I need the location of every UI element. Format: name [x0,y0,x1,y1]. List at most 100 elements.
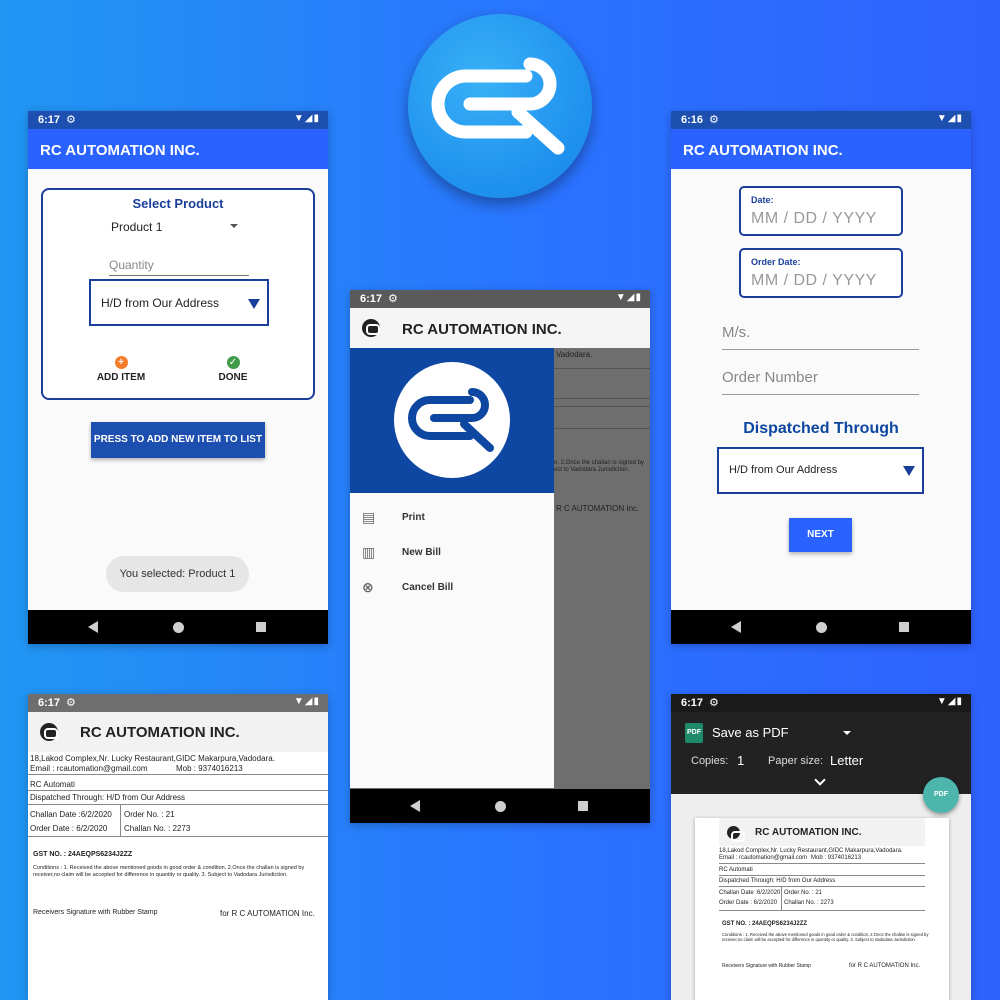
bg-signature-fragment: R C AUTOMATION Inc. [556,504,640,513]
gear-icon: ⚙ [709,114,719,126]
app-bar: RC AUTOMATION INC. [671,129,971,169]
status-time: 6:17 [38,697,61,709]
drawer-item-label: New Bill [402,547,441,558]
app-bar: RC AUTOMATION INC. [350,308,650,348]
app-title: RC AUTOMATION INC. [755,827,862,838]
status-bar: 6:17 ⚙ ▼◢▮ [28,694,328,712]
ms-input[interactable]: M/s. [722,324,919,350]
dispatch-value: H/D from Our Address [101,296,220,310]
rc-logo-mark [431,57,565,155]
date-label: Date: [751,195,774,205]
gear-icon: ⚙ [66,697,76,709]
app-title: RC AUTOMATION INC. [40,142,200,159]
chevron-down-icon[interactable] [814,774,826,786]
date-placeholder: MM / DD / YYYY [751,210,877,227]
rc-logo-drawer [394,362,510,478]
copies-label: Copies: [691,755,729,767]
recents-icon[interactable] [899,622,909,632]
drawer-item-label: Print [402,512,425,523]
background-document: Vadodara. n. 2.Once the challan is signe… [554,348,650,788]
company-signature: for R C AUTOMATION Inc. [220,909,315,918]
conditions-line-2: receiver,no claim will be accepted for d… [722,937,916,942]
rc-logo-icon[interactable] [362,319,380,337]
status-bar: 6:16 ⚙ ▼◢▮ [671,111,971,129]
done-button[interactable]: ✓ DONE [198,356,268,383]
recents-icon[interactable] [256,622,266,632]
print-options-header: PDF Save as PDF Copies: 1 Paper size: Le… [671,712,971,794]
company-mobile: Mob : 9374016213 [811,855,862,861]
paper-size-label: Paper size: [768,755,824,767]
home-icon[interactable] [173,622,184,633]
gst-number: GST NO. : 24AEQPS6234J2ZZ [722,921,808,927]
select-product-card: Select Product Product 1 Quantity H/D fr… [41,188,315,400]
company-email: Email : rcautomation@gmail.com [719,855,808,861]
rc-logo-large [408,14,592,198]
nav-bar [671,610,971,644]
caret-down-icon[interactable] [230,224,238,228]
gear-icon: ⚙ [66,114,76,126]
caret-down-icon[interactable] [843,731,851,735]
dispatch-dropdown[interactable]: H/D from Our Address [717,447,924,494]
customer-name: RC Automati [30,780,75,789]
status-time: 6:17 [360,293,383,305]
customer-name: RC Automati [719,867,753,873]
phone-order-form: 6:16 ⚙ ▼◢▮ RC AUTOMATION INC. Date: MM /… [671,111,971,644]
phone-print-preview: 6:17 ⚙ ▼◢▮ PDF Save as PDF Copies: 1 Pap… [671,694,971,1000]
bg-terms-fragment: n. 2.Once the challan is signed by ect t… [554,460,645,473]
rc-logo-mark [408,388,494,452]
company-signature: for R C AUTOMATION Inc. [849,963,921,969]
receiver-signature: Receivers Signature with Rubber Stamp [33,909,158,916]
bg-address-fragment: Vadodara. [556,350,593,359]
system-icons: ▼◢▮ [615,292,642,303]
gst-number: GST NO. : 24AEQPS6234J2ZZ [33,851,133,858]
copies-value[interactable]: 1 [737,753,744,768]
drawer-item-cancel-bill[interactable]: ⊗ Cancel Bill [350,572,554,602]
order-number-input[interactable]: Order Number [722,369,919,395]
phone-select-product: 6:17 ⚙ ▼◢▮ RC AUTOMATION INC. Select Pro… [28,111,328,644]
back-icon[interactable] [731,621,741,633]
app-title: RC AUTOMATION INC. [683,142,843,159]
paper-size-value[interactable]: Letter [830,753,863,768]
status-bar: 6:17 ⚙ ▼◢▮ [28,111,328,129]
add-item-label: ADD ITEM [96,372,146,383]
back-icon[interactable] [410,800,420,812]
rc-logo-icon [727,826,745,842]
dispatched-through-title: Dispatched Through [743,420,899,437]
system-icons: ▼◢▮ [293,696,320,707]
app-title: RC AUTOMATION INC. [402,321,562,338]
recents-icon[interactable] [578,801,588,811]
dropdown-arrow-icon [248,299,260,309]
new-bill-icon: ▥ [362,544,376,560]
next-button[interactable]: NEXT [789,518,852,552]
challan-date: Challan Date :6/2/2020 [719,890,781,896]
product-spinner[interactable]: Product 1 [111,220,162,234]
receiver-signature: Receivers Signature with Rubber Stamp [722,963,811,969]
date-field[interactable]: Date: MM / DD / YYYY [739,186,903,236]
quantity-input[interactable]: Quantity [109,256,249,276]
add-item-button[interactable]: + ADD ITEM [86,356,156,383]
printer-destination[interactable]: Save as PDF [712,725,789,740]
phone-challan-view: 6:17 ⚙ ▼◢▮ RC AUTOMATION INC. 18,Lakod C… [28,694,328,1000]
download-pdf-fab[interactable]: PDF [923,777,959,813]
pdf-icon: PDF [685,723,703,743]
home-icon[interactable] [816,622,827,633]
order-date-placeholder: MM / DD / YYYY [751,272,877,289]
drawer-item-print[interactable]: ▤ Print [350,502,554,532]
company-mobile: Mob : 9374016213 [176,764,243,773]
dispatched-through: Dispatched Through: H/D from Our Address [719,878,836,884]
dispatch-dropdown[interactable]: H/D from Our Address [89,279,269,326]
status-time: 6:17 [681,697,704,709]
back-icon[interactable] [88,621,98,633]
status-time: 6:17 [38,114,61,126]
system-icons: ▼◢▮ [936,696,963,707]
order-date-field[interactable]: Order Date: MM / DD / YYYY [739,248,903,298]
dispatched-through: Dispatched Through: H/D from Our Address [30,793,186,802]
challan-number: Challan No. : 2273 [784,900,834,906]
rc-logo-icon[interactable] [40,723,58,741]
home-icon[interactable] [495,801,506,812]
drawer-item-new-bill[interactable]: ▥ New Bill [350,537,554,567]
add-new-item-button[interactable]: PRESS TO ADD NEW ITEM TO LIST [91,422,265,458]
nav-bar [350,789,650,823]
gear-icon: ⚙ [709,697,719,709]
status-bar: 6:17 ⚙ ▼◢▮ [350,290,650,308]
